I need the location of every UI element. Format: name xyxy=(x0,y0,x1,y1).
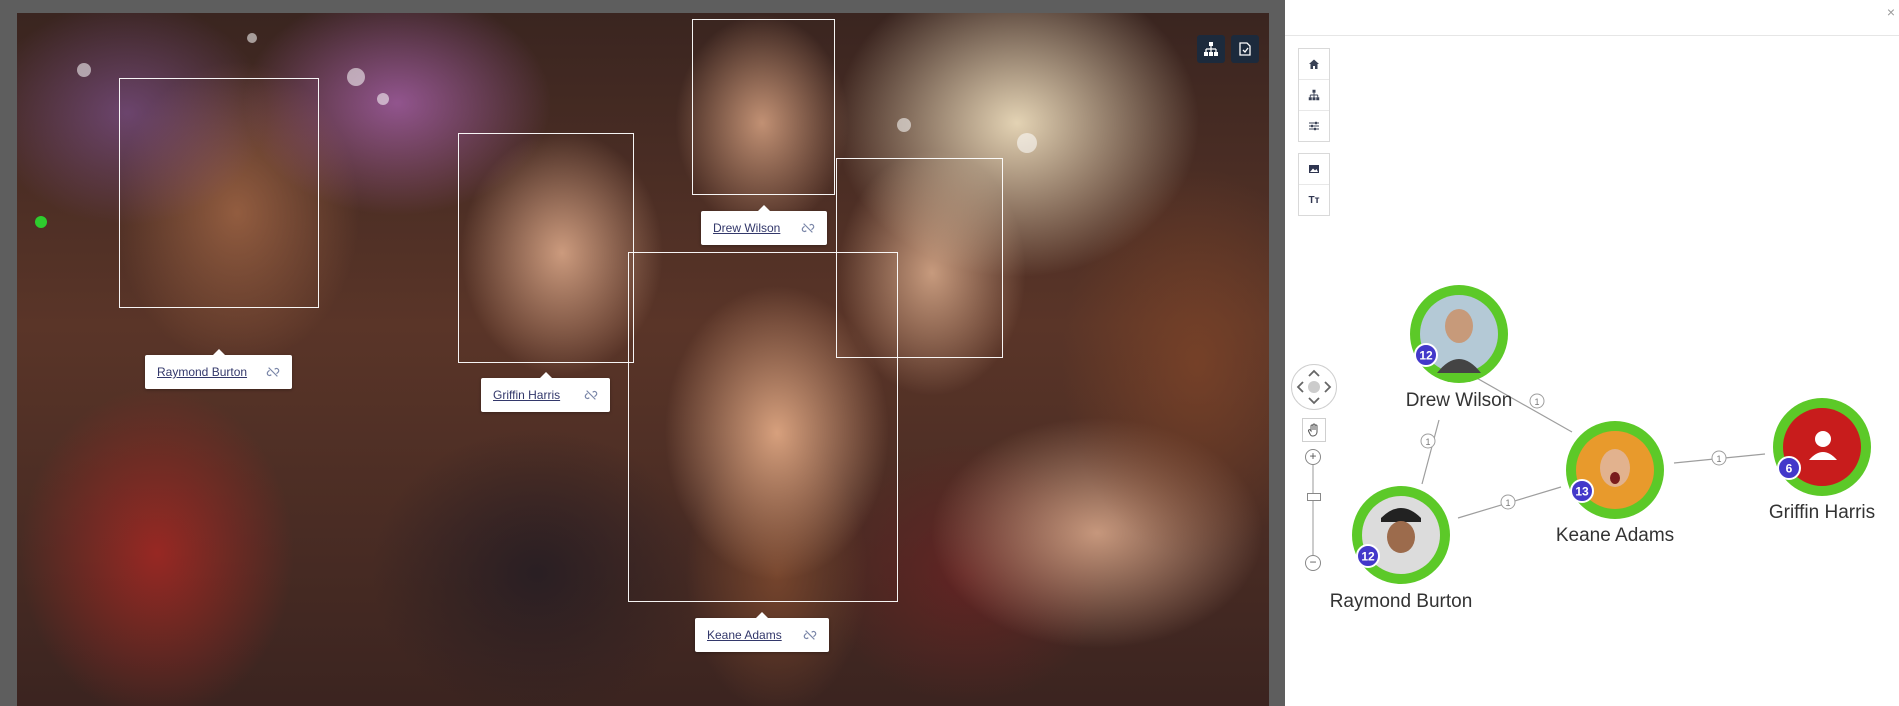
face-name-link[interactable]: Griffin Harris xyxy=(493,388,560,402)
node-badge: 12 xyxy=(1361,550,1375,564)
face-box-keane[interactable] xyxy=(628,252,898,602)
unlink-icon[interactable] xyxy=(584,388,598,402)
edge-label: 1 xyxy=(1505,498,1510,508)
unlink-icon[interactable] xyxy=(801,221,815,235)
export-icon xyxy=(1239,42,1251,56)
node-badge: 12 xyxy=(1419,349,1433,363)
hierarchy-icon xyxy=(1204,42,1218,56)
unlink-icon[interactable] xyxy=(803,628,817,642)
graph-edge[interactable]: 1 xyxy=(1673,450,1766,466)
face-tag-raymond: Raymond Burton xyxy=(145,349,292,389)
unlink-icon[interactable] xyxy=(266,365,280,379)
export-tool-button[interactable] xyxy=(1231,35,1259,63)
avatar-face xyxy=(1445,309,1473,343)
face-tag-griffin: Griffin Harris xyxy=(481,372,610,412)
hierarchy-tool-button[interactable] xyxy=(1197,35,1225,63)
graph-node-raymond[interactable]: 12 xyxy=(1352,486,1450,584)
graph-node-griffin[interactable]: 6 xyxy=(1773,398,1871,496)
node-label-keane: Keane Adams xyxy=(1555,525,1675,546)
face-box-drew[interactable] xyxy=(692,19,835,195)
person-icon xyxy=(1815,431,1831,447)
bokeh-light xyxy=(347,68,365,86)
face-box-raymond[interactable] xyxy=(119,78,319,308)
face-name-link[interactable]: Keane Adams xyxy=(707,628,782,642)
avatar-face xyxy=(1387,521,1415,553)
bokeh-light xyxy=(377,93,389,105)
bokeh-light xyxy=(77,63,91,77)
status-dot xyxy=(35,216,47,228)
graph-edge[interactable]: 1 xyxy=(1457,486,1562,519)
graph-panel: × Tт + − 1 1 1 1 12 13 12 6 Drew Wilson … xyxy=(1285,0,1899,706)
face-name-link[interactable]: Drew Wilson xyxy=(713,221,780,235)
face-tag-keane: Keane Adams xyxy=(695,612,829,652)
edge-label: 1 xyxy=(1425,437,1430,447)
bokeh-light xyxy=(897,118,911,132)
graph-node-keane[interactable]: 13 xyxy=(1566,421,1664,519)
graph-edge[interactable]: 1 xyxy=(1420,419,1440,485)
bokeh-light xyxy=(247,33,257,43)
bokeh-light xyxy=(1017,133,1037,153)
node-label-drew: Drew Wilson xyxy=(1405,390,1513,411)
edge-label: 1 xyxy=(1716,454,1721,464)
node-label-griffin: Griffin Harris xyxy=(1768,502,1876,523)
node-badge: 6 xyxy=(1786,462,1793,476)
avatar-mouth xyxy=(1610,472,1620,484)
graph-node-drew[interactable]: 12 xyxy=(1410,285,1508,383)
face-name-link[interactable]: Raymond Burton xyxy=(157,365,247,379)
edge-label: 1 xyxy=(1534,397,1539,407)
photo-canvas: Raymond Burton Griffin Harris Drew Wilso… xyxy=(17,13,1269,706)
face-tag-drew: Drew Wilson xyxy=(701,205,827,245)
node-badge: 13 xyxy=(1575,485,1589,499)
node-label-raymond: Raymond Burton xyxy=(1329,591,1473,612)
face-box-griffin[interactable] xyxy=(458,133,634,363)
